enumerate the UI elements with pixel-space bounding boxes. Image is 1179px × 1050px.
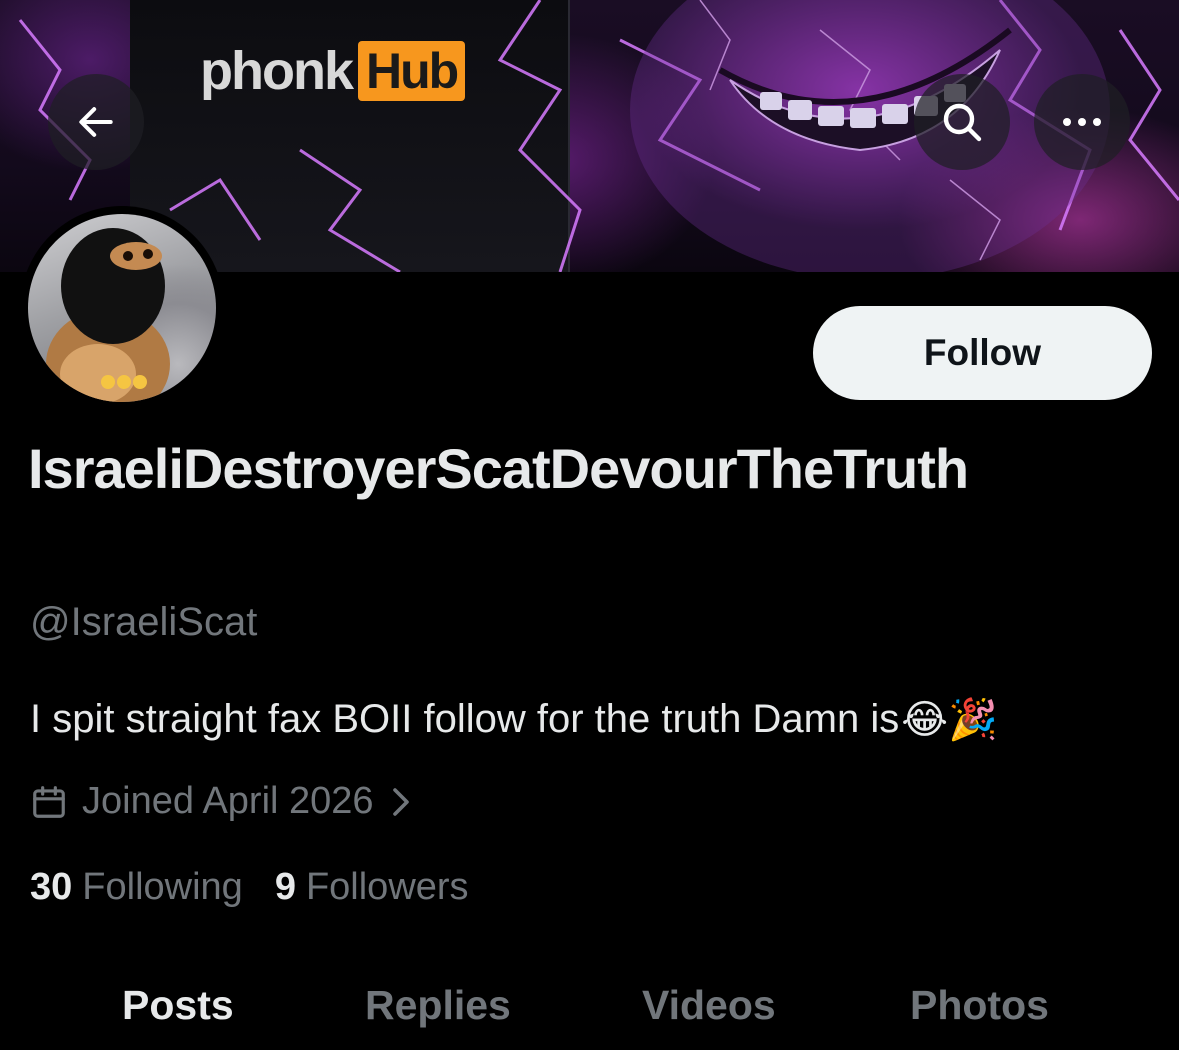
back-button[interactable] bbox=[48, 74, 144, 170]
followers-label: Followers bbox=[305, 866, 469, 908]
arrow-left-icon bbox=[79, 107, 113, 137]
brand-text-left: phonk bbox=[200, 41, 354, 101]
followers-count: 9 bbox=[274, 866, 296, 908]
following-label: Following bbox=[82, 866, 243, 908]
follow-stats: 30 Following 9 Followers bbox=[30, 866, 501, 909]
chevron-right-icon bbox=[390, 787, 412, 817]
joined-date[interactable]: Joined April 2026 bbox=[30, 780, 412, 823]
search-button[interactable] bbox=[914, 74, 1010, 170]
banner-brand-logo: phonk Hub bbox=[200, 40, 466, 102]
display-name: IsraeliDestroyerScatDevourTheTruth bbox=[28, 437, 969, 500]
brand-text-right: Hub bbox=[357, 41, 466, 101]
avatar[interactable] bbox=[28, 214, 216, 402]
bio: I spit straight fax BOII follow for the … bbox=[30, 696, 1150, 743]
profile-page: phonk Hub Follow IsraeliDestroyerScatDev… bbox=[0, 0, 1179, 1050]
search-icon bbox=[943, 103, 982, 142]
tab-photos[interactable]: Photos bbox=[910, 982, 1049, 1029]
joined-text: Joined April 2026 bbox=[82, 780, 374, 822]
following-count: 30 bbox=[30, 866, 73, 908]
handle: @IsraeliScat bbox=[30, 600, 258, 644]
bio-text: I spit straight fax BOII follow for the … bbox=[30, 697, 900, 741]
more-icon bbox=[1063, 118, 1101, 126]
bio-emoji: 😂🎉 bbox=[901, 698, 998, 742]
follow-button[interactable]: Follow bbox=[813, 306, 1152, 400]
more-button[interactable] bbox=[1034, 74, 1130, 170]
calendar-icon bbox=[30, 783, 68, 821]
tab-posts[interactable]: Posts bbox=[122, 982, 234, 1029]
following-link[interactable]: 30 Following bbox=[30, 866, 243, 909]
tab-replies[interactable]: Replies bbox=[365, 982, 511, 1029]
tab-videos[interactable]: Videos bbox=[642, 982, 776, 1029]
avatar-image bbox=[46, 228, 170, 402]
profile-tabs: Posts Replies Videos Photos bbox=[0, 960, 1179, 1050]
followers-link[interactable]: 9 Followers bbox=[275, 866, 469, 909]
